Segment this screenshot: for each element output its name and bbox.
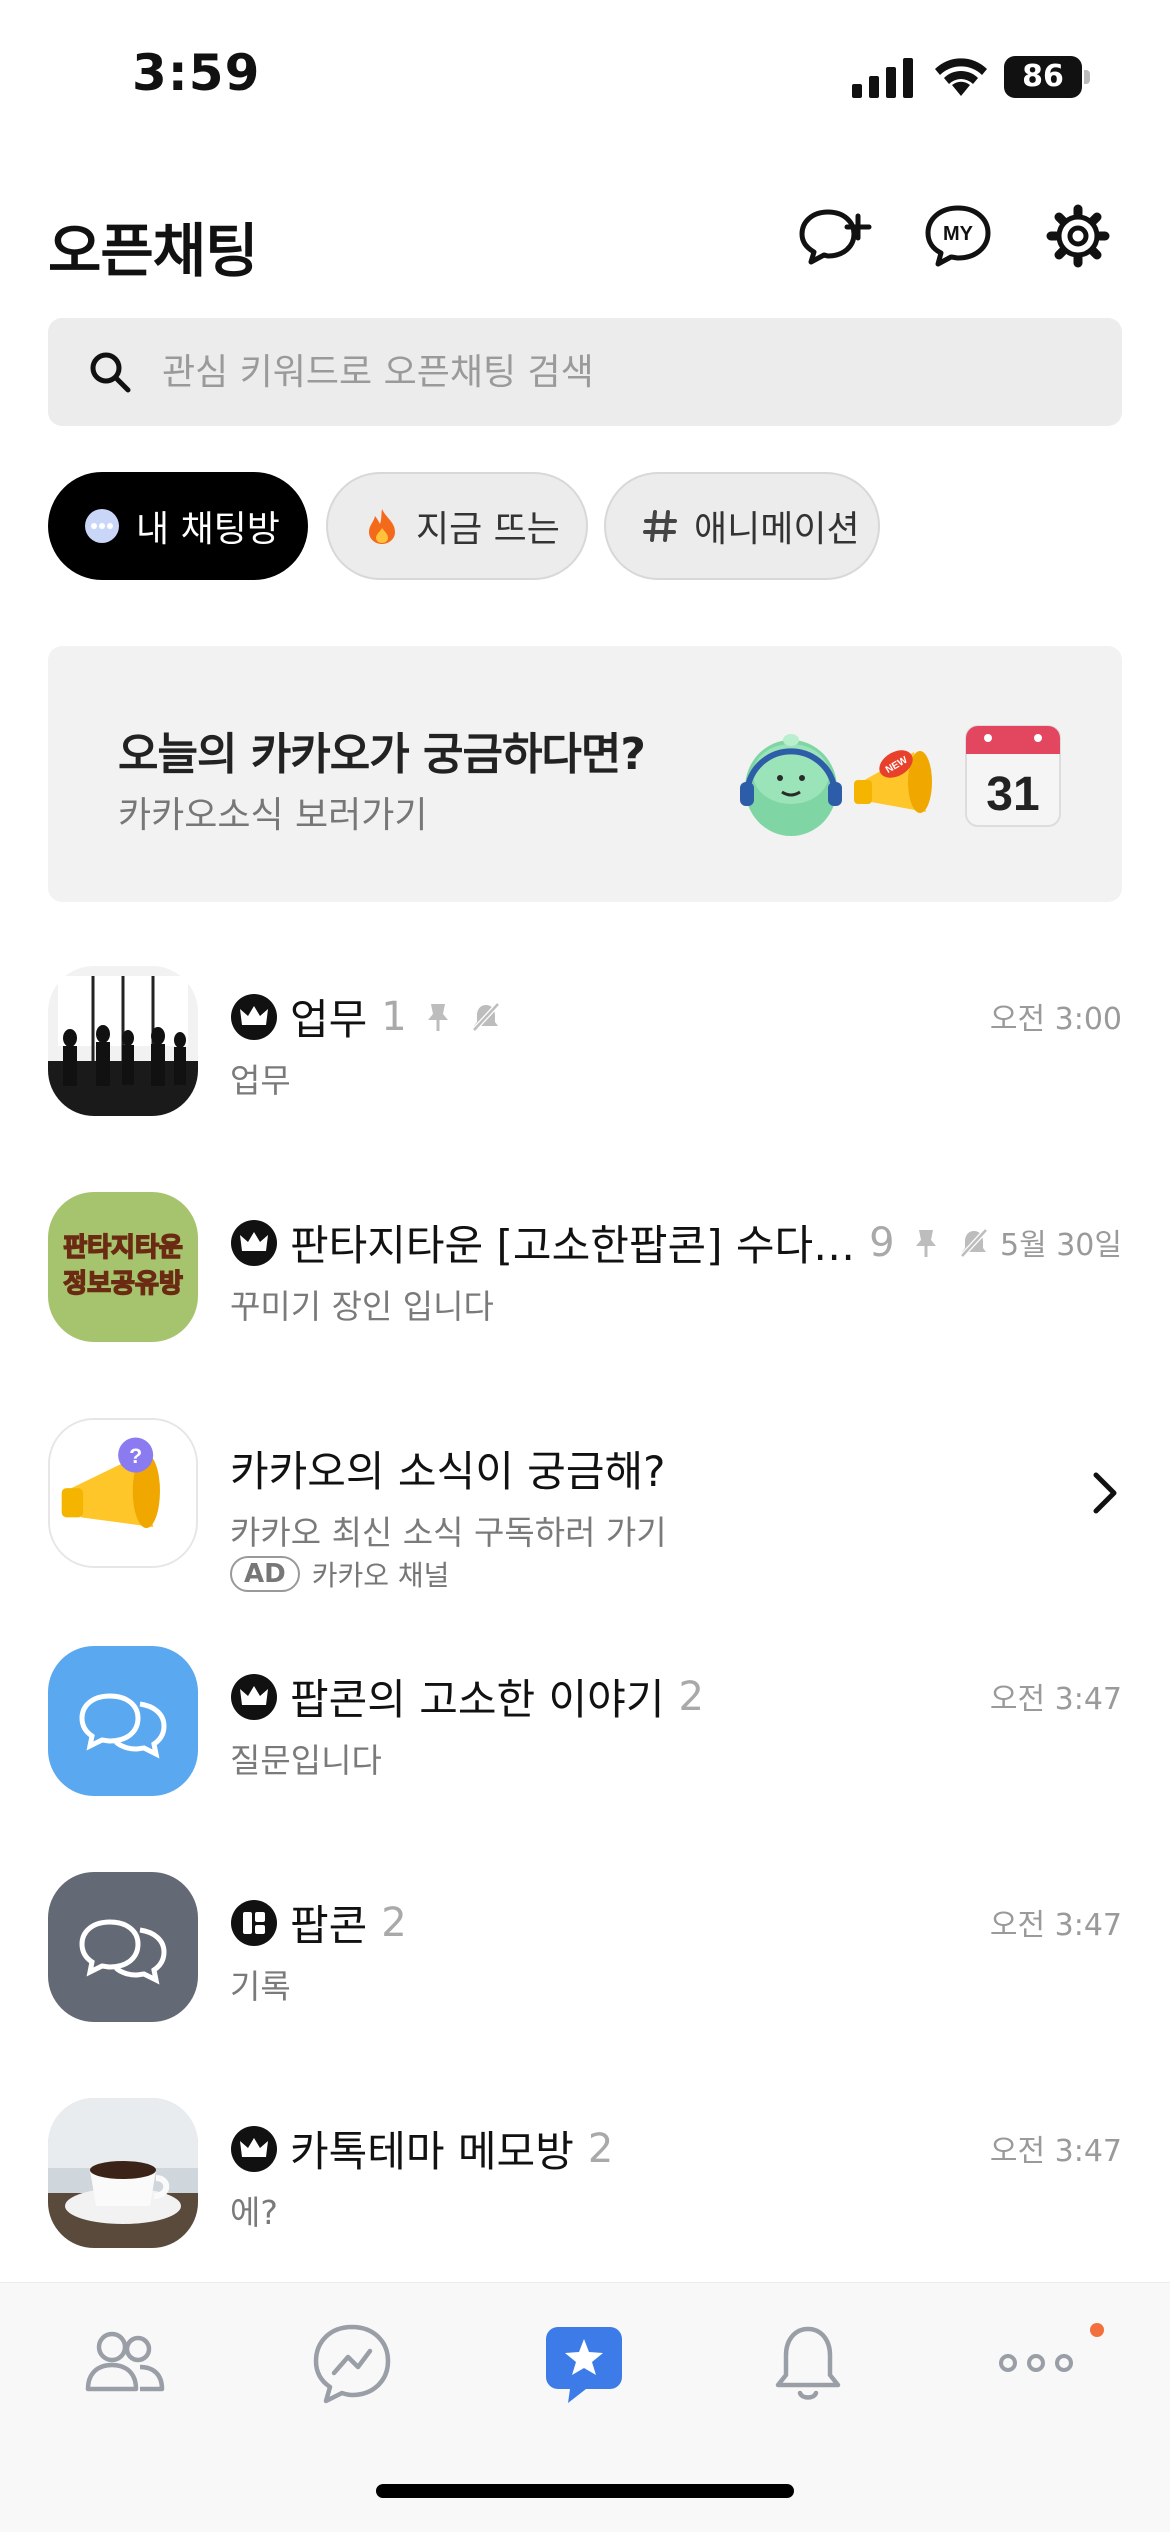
chevron-right-icon[interactable] xyxy=(1090,1470,1120,1516)
crown-icon xyxy=(231,2125,277,2172)
chip-label: 지금 뜨는 xyxy=(416,509,560,550)
chat-row-fantasy-town[interactable]: 판타지타운 정보공유방 판타지타운 [고소한팝콘] 수다… 9 꾸미기 장인 입… xyxy=(0,1156,1170,1382)
chat-avatar xyxy=(48,966,198,1116)
page-title: 오픈채팅 xyxy=(48,217,258,285)
member-count: 9 xyxy=(869,1219,895,1266)
status-time: 3:59 xyxy=(132,44,261,102)
home-indicator[interactable] xyxy=(376,2484,794,2498)
friends-icon[interactable] xyxy=(78,2317,170,2409)
battery-icon: 86 xyxy=(1004,56,1090,98)
search-icon xyxy=(90,352,131,393)
chat-avatar xyxy=(48,1646,198,1796)
fire-icon xyxy=(369,509,395,544)
pin-icon xyxy=(427,1003,448,1031)
chat-last-message: 기록 xyxy=(230,1967,291,2006)
banner-subtitle: 카카오소식 보러가기 xyxy=(118,795,428,836)
chat-title: 판타지타운 [고소한팝콘] 수다… 9 xyxy=(230,1212,991,1273)
chat-last-message: 업무 xyxy=(230,1061,291,1100)
svg-text:정보공유방: 정보공유방 xyxy=(63,1269,183,1299)
chat-title: 팝콘 2 xyxy=(230,1892,407,1953)
chat-avatar: 판타지타운 정보공유방 xyxy=(48,1192,198,1342)
chat-row-theme-memo[interactable]: 카톡테마 메모방 2 에? 오전 3:47 xyxy=(0,2062,1170,2288)
battery-level: 86 xyxy=(1004,56,1082,98)
chat-row-popcorn[interactable]: 팝콘 2 기록 오전 3:47 xyxy=(0,1836,1170,2062)
chat-title: 카톡테마 메모방 2 xyxy=(230,2118,613,2179)
gear-icon[interactable] xyxy=(1040,202,1116,270)
member-count: 2 xyxy=(587,2125,614,2172)
chat-avatar xyxy=(48,2098,198,2248)
chat-last-message: 질문입니다 xyxy=(230,1741,382,1780)
chat-time: 오전 3:47 xyxy=(989,1908,1122,1943)
calendar-icon: 31 xyxy=(965,725,1061,827)
cellular-signal-icon xyxy=(852,58,913,98)
default-chat-icon xyxy=(79,1693,167,1759)
my-label: MY xyxy=(943,223,974,245)
svg-text:?: ? xyxy=(129,1444,142,1468)
banner-title: 오늘의 카카오가 궁금하다면? xyxy=(118,729,646,780)
crown-icon xyxy=(231,1219,277,1266)
pin-icon xyxy=(915,1229,936,1257)
status-bar: 3:59 86 xyxy=(0,0,1170,150)
chat-title: 카카오의 소식이 궁금해? xyxy=(230,1438,665,1499)
member-count: 2 xyxy=(381,1899,407,1946)
chat-last-message: 에? xyxy=(230,2193,278,2232)
banner-illustration: NEW 31 xyxy=(740,725,1061,836)
chat-avatar xyxy=(48,1872,198,2022)
svg-text:판타지타운: 판타지타운 xyxy=(63,1233,183,1263)
mute-bell-icon xyxy=(959,1227,988,1258)
wifi-icon xyxy=(935,58,987,96)
ad-description: 카카오 최신 소식 구독하러 가기 xyxy=(230,1513,667,1552)
chat-title: 업무 1 xyxy=(230,986,503,1047)
chat-row-popcorn-story[interactable]: 팝콘의 고소한 이야기 2 질문입니다 오전 3:47 xyxy=(0,1610,1170,1836)
chip-trending[interactable]: 지금 뜨는 xyxy=(326,472,588,580)
chat-title-text: 판타지타운 [고소한팝콘] 수다… xyxy=(290,1221,856,1270)
search-bar[interactable] xyxy=(48,318,1122,426)
hashtag-icon xyxy=(643,510,677,542)
search-input[interactable] xyxy=(162,318,1062,426)
crown-icon xyxy=(231,1673,277,1720)
chip-label: 애니메이션 xyxy=(694,509,860,550)
chat-last-message: 꾸미기 장인 입니다 xyxy=(230,1287,494,1326)
member-count: 1 xyxy=(381,993,407,1040)
notification-dot xyxy=(1090,2323,1104,2337)
ad-row-kakao-channel[interactable]: ? 카카오의 소식이 궁금해? 카카오 최신 소식 구독하러 가기 AD 카카오… xyxy=(0,1382,1170,1612)
header: 오픈채팅 MY xyxy=(0,180,1170,290)
mute-bell-icon xyxy=(471,1001,500,1032)
chat-title-text: 팝콘 xyxy=(290,1901,368,1950)
chats-icon[interactable] xyxy=(306,2317,398,2409)
chat-title-text: 업무 xyxy=(290,995,368,1044)
more-icon[interactable] xyxy=(990,2317,1082,2409)
chip-animation[interactable]: 애니메이션 xyxy=(604,472,880,580)
ad-badge: AD xyxy=(230,1556,300,1592)
open-chat-icon[interactable] xyxy=(538,2317,630,2409)
crown-icon xyxy=(231,993,277,1040)
chat-time: 5월 30일 xyxy=(1000,1228,1122,1263)
chat-time: 오전 3:00 xyxy=(989,1002,1122,1037)
chat-title-text: 카카오의 소식이 궁금해? xyxy=(230,1447,666,1496)
ad-tag: AD 카카오 채널 xyxy=(230,1554,449,1594)
megaphone-icon: NEW xyxy=(854,750,932,813)
chat-bubble-icon xyxy=(85,509,119,543)
chip-label: 내 채팅방 xyxy=(136,509,280,550)
chat-title-text: 팝콘의 고소한 이야기 xyxy=(290,1675,665,1724)
chip-my-chats[interactable]: 내 채팅방 xyxy=(48,472,308,580)
notification-bell-icon[interactable] xyxy=(762,2317,854,2409)
chat-time: 오전 3:47 xyxy=(989,1682,1122,1717)
kakao-news-banner[interactable]: 오늘의 카카오가 궁금하다면? 카카오소식 보러가기 NEW 31 xyxy=(48,646,1122,902)
new-chat-icon[interactable] xyxy=(798,202,874,270)
manager-icon xyxy=(231,1899,277,1946)
calendar-day: 31 xyxy=(986,768,1039,821)
chat-time: 오전 3:47 xyxy=(989,2134,1122,2169)
member-count: 2 xyxy=(678,1673,704,1720)
chat-title: 팝콘의 고소한 이야기 2 xyxy=(230,1666,704,1727)
chat-title-text: 카톡테마 메모방 xyxy=(290,2127,574,2176)
character-icon xyxy=(740,734,842,836)
ad-avatar: ? xyxy=(48,1418,198,1568)
chat-row-work[interactable]: 업무 1 업무 오전 3:00 xyxy=(0,930,1170,1156)
default-chat-icon xyxy=(79,1919,167,1985)
my-profile-icon[interactable]: MY xyxy=(920,202,996,270)
ad-source: 카카오 채널 xyxy=(311,1559,450,1592)
